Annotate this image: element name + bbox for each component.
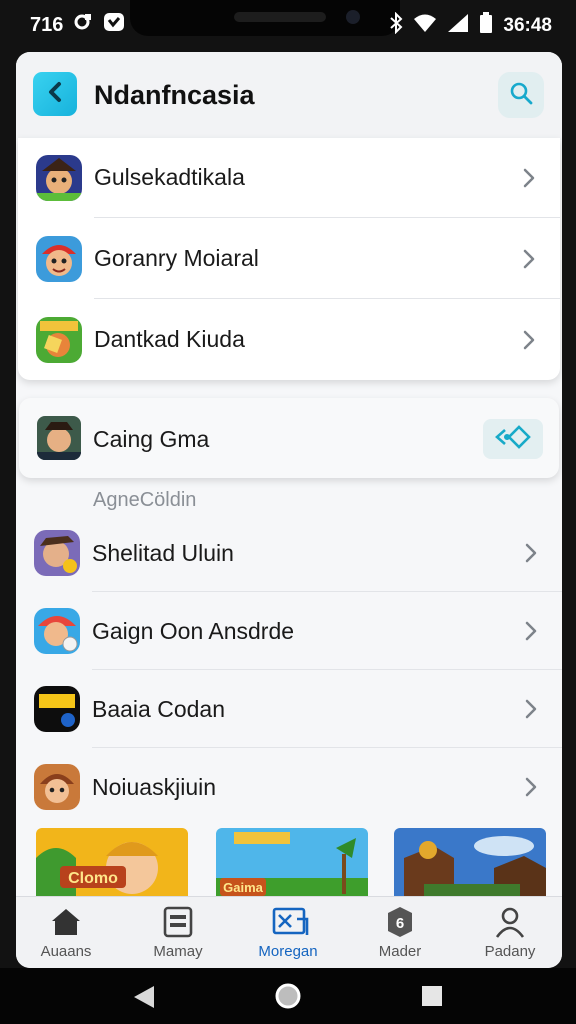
featured-action-button[interactable] — [483, 419, 543, 459]
back-triangle-icon[interactable] — [132, 984, 156, 1015]
home-icon — [49, 905, 83, 939]
nav-label: Mamay — [153, 943, 203, 960]
chevron-right-icon — [520, 774, 542, 800]
nav-item-profile[interactable]: Padany — [460, 905, 560, 965]
promo-banners: Clomo Gaima — [36, 828, 546, 902]
list-item[interactable]: Gaign Oon Ansdrde — [16, 592, 562, 670]
status-bar: 716 36:48 — [0, 0, 576, 48]
phone-frame: 716 36:48 Ndanfncasia Gulsekadtikala Gor… — [0, 0, 576, 1024]
app-icon — [37, 416, 81, 460]
bluetooth-icon — [389, 11, 403, 40]
chevron-left-icon — [43, 80, 67, 109]
camera-notch — [130, 0, 400, 36]
divider — [94, 298, 560, 299]
divider — [94, 217, 560, 218]
list-item[interactable]: Gulsekadtikala — [18, 138, 560, 218]
wifi-icon — [413, 13, 437, 39]
chevron-right-icon — [520, 540, 542, 566]
app-icon — [34, 608, 80, 654]
list-item-label: Gaign Oon Ansdrde — [92, 618, 295, 644]
app-icon — [34, 764, 80, 810]
app-icon — [36, 155, 82, 201]
app-icon — [36, 317, 82, 363]
nav-item-updates[interactable]: 6 Mader — [350, 905, 450, 965]
app-icon — [36, 236, 82, 282]
chevron-right-icon — [520, 618, 542, 644]
nav-item-home[interactable]: Auaans — [16, 905, 116, 965]
app-screen: Ndanfncasia Gulsekadtikala Goranry Moiar… — [16, 52, 562, 968]
svg-text:6: 6 — [396, 915, 404, 932]
promo-banner[interactable] — [394, 828, 546, 902]
search-icon — [508, 80, 534, 111]
app-header: Ndanfncasia — [16, 52, 562, 140]
nav-label: Moregan — [258, 943, 318, 960]
banner-text: Gaima — [223, 880, 264, 895]
app-icon — [34, 686, 80, 732]
library-icon — [161, 905, 195, 939]
list-item-label: Noiuaskjiuin — [92, 774, 217, 800]
app-icon — [34, 530, 80, 576]
settings-notification-icon — [73, 12, 93, 38]
status-left: 716 — [30, 12, 125, 38]
nav-label: Auaans — [40, 943, 92, 960]
status-left-text: 716 — [30, 13, 64, 36]
list-item-label: Shelitad Uluin — [92, 540, 234, 566]
back-button[interactable] — [33, 72, 77, 116]
list-item-label: Gulsekadtikala — [94, 164, 245, 190]
promo-banner[interactable]: Clomo — [36, 828, 188, 902]
chevron-right-icon — [520, 696, 542, 722]
list-item[interactable]: Shelitad Uluin — [16, 514, 562, 592]
list-item[interactable]: Baaia Codan — [16, 670, 562, 748]
list-item-label: Dantkad Kiuda — [94, 326, 245, 352]
list-item[interactable]: Dantkad Kiuda — [18, 300, 560, 380]
nav-label: Mader — [378, 943, 422, 960]
nav-item-games[interactable]: Moregan — [238, 905, 338, 965]
promo-banner[interactable]: Gaima — [216, 828, 368, 902]
banner-text: Clomo — [68, 870, 118, 887]
featured-label: Caing Gma — [93, 426, 210, 452]
recents-square-icon[interactable] — [420, 984, 444, 1013]
list-item-label: Goranry Moiaral — [94, 245, 259, 271]
status-right: 36:48 — [389, 11, 552, 40]
chevron-right-icon — [518, 165, 540, 191]
apps-card: Gulsekadtikala Goranry Moiaral Dantkad K… — [18, 138, 560, 380]
page-title: Ndanfncasia — [94, 80, 255, 110]
home-circle-icon[interactable] — [274, 982, 302, 1015]
games-icon — [271, 905, 309, 939]
nav-item-library[interactable]: Mamay — [128, 905, 228, 965]
share-diamond-icon — [491, 424, 535, 455]
signal-icon — [447, 13, 469, 39]
section-title: AgneCöldin — [93, 489, 197, 511]
chevron-right-icon — [518, 246, 540, 272]
battery-icon — [479, 12, 493, 40]
bottom-navigation: Auaans Mamay Moregan 6 Mader Padany — [16, 896, 562, 968]
clock: 36:48 — [503, 15, 552, 36]
nav-label: Padany — [484, 943, 536, 960]
message-notification-icon — [103, 12, 125, 38]
featured-card[interactable]: Caing Gma — [19, 398, 559, 478]
updates-icon: 6 — [383, 905, 417, 939]
chevron-right-icon — [518, 327, 540, 353]
profile-icon — [493, 905, 527, 939]
search-button[interactable] — [498, 72, 544, 118]
list-item-label: Baaia Codan — [92, 696, 225, 722]
system-navigation-bar — [0, 968, 576, 1024]
list-item[interactable]: Goranry Moiaral — [18, 219, 560, 299]
list-item[interactable]: Noiuaskjiuin — [16, 748, 562, 826]
